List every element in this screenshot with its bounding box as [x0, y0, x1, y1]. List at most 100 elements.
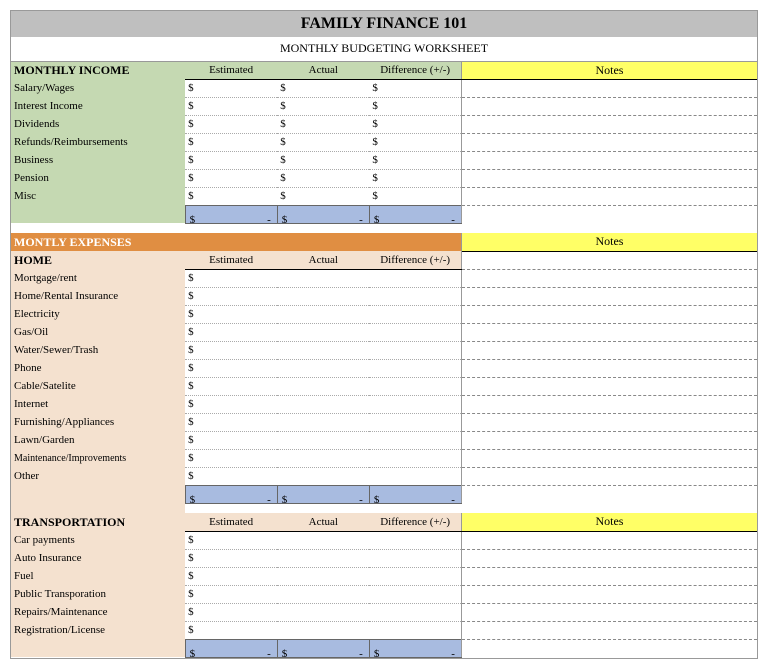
cell-actual[interactable]: [277, 341, 369, 359]
cell-difference[interactable]: [369, 323, 461, 341]
cell-actual[interactable]: [277, 549, 369, 567]
cell-estimated[interactable]: $: [185, 323, 277, 341]
cell-actual[interactable]: [277, 585, 369, 603]
cell-difference[interactable]: [369, 377, 461, 395]
cell-actual[interactable]: $: [277, 133, 369, 151]
cell-actual[interactable]: $: [277, 79, 369, 97]
cell-actual[interactable]: [277, 323, 369, 341]
cell-notes[interactable]: [461, 531, 757, 549]
cell-estimated[interactable]: $: [185, 431, 277, 449]
cell-difference[interactable]: [369, 531, 461, 549]
cell-actual[interactable]: [277, 567, 369, 585]
cell-notes[interactable]: [461, 341, 757, 359]
cell-difference[interactable]: [369, 549, 461, 567]
cell-actual[interactable]: [277, 621, 369, 639]
cell-difference[interactable]: $: [369, 169, 461, 187]
cell-notes[interactable]: [461, 97, 757, 115]
cell-notes[interactable]: [461, 621, 757, 639]
cell-actual[interactable]: [277, 449, 369, 467]
cell-notes[interactable]: [461, 431, 757, 449]
cell-difference[interactable]: [369, 395, 461, 413]
cell-notes[interactable]: [461, 305, 757, 323]
cell-notes[interactable]: [461, 467, 757, 485]
cell-actual[interactable]: $: [277, 115, 369, 133]
cell-estimated[interactable]: $: [185, 621, 277, 639]
cell-notes[interactable]: [461, 413, 757, 431]
cell-estimated[interactable]: $: [185, 449, 277, 467]
cell-notes[interactable]: [461, 151, 757, 169]
cell-actual[interactable]: [277, 395, 369, 413]
cell-difference[interactable]: $: [369, 187, 461, 205]
cell-estimated[interactable]: $: [185, 395, 277, 413]
cell-estimated[interactable]: $: [185, 79, 277, 97]
cell-notes[interactable]: [461, 567, 757, 585]
cell-difference[interactable]: [369, 305, 461, 323]
cell-estimated[interactable]: $: [185, 133, 277, 151]
cell-notes[interactable]: [461, 603, 757, 621]
cell-estimated[interactable]: $: [185, 585, 277, 603]
cell-difference[interactable]: [369, 287, 461, 305]
cell-estimated[interactable]: $: [185, 377, 277, 395]
cell-notes[interactable]: [461, 187, 757, 205]
cell-actual[interactable]: [277, 269, 369, 287]
cell-estimated[interactable]: $: [185, 341, 277, 359]
cell-actual[interactable]: $: [277, 151, 369, 169]
cell-difference[interactable]: [369, 567, 461, 585]
cell-estimated[interactable]: $: [185, 305, 277, 323]
cell-estimated[interactable]: $: [185, 269, 277, 287]
cell-difference[interactable]: [369, 359, 461, 377]
cell-difference[interactable]: $: [369, 151, 461, 169]
cell-difference[interactable]: [369, 449, 461, 467]
cell-actual[interactable]: [277, 377, 369, 395]
cell-difference[interactable]: [369, 467, 461, 485]
cell-difference[interactable]: [369, 431, 461, 449]
cell-notes[interactable]: [461, 287, 757, 305]
cell-difference[interactable]: [369, 413, 461, 431]
cell-difference[interactable]: [369, 603, 461, 621]
cell-difference[interactable]: [369, 621, 461, 639]
cell-difference[interactable]: [369, 585, 461, 603]
cell-difference[interactable]: [369, 269, 461, 287]
cell-notes[interactable]: [461, 549, 757, 567]
cell-actual[interactable]: [277, 531, 369, 549]
cell-notes[interactable]: [461, 395, 757, 413]
cell-estimated[interactable]: $: [185, 567, 277, 585]
cell-estimated[interactable]: $: [185, 287, 277, 305]
cell-estimated[interactable]: $: [185, 359, 277, 377]
cell-estimated[interactable]: $: [185, 413, 277, 431]
cell-notes[interactable]: [461, 169, 757, 187]
cell-actual[interactable]: [277, 431, 369, 449]
cell-estimated[interactable]: $: [185, 97, 277, 115]
cell-difference[interactable]: [369, 341, 461, 359]
cell-notes[interactable]: [461, 269, 757, 287]
cell-actual[interactable]: [277, 603, 369, 621]
cell-estimated[interactable]: $: [185, 151, 277, 169]
cell-estimated[interactable]: $: [185, 115, 277, 133]
cell-actual[interactable]: $: [277, 97, 369, 115]
cell-notes[interactable]: [461, 323, 757, 341]
cell-actual[interactable]: [277, 359, 369, 377]
cell-notes[interactable]: [461, 133, 757, 151]
cell-actual[interactable]: $: [277, 187, 369, 205]
cell-difference[interactable]: $: [369, 97, 461, 115]
cell-actual[interactable]: [277, 305, 369, 323]
cell-actual[interactable]: [277, 287, 369, 305]
cell-actual[interactable]: [277, 467, 369, 485]
cell-notes[interactable]: [461, 359, 757, 377]
cell-estimated[interactable]: $: [185, 467, 277, 485]
cell-estimated[interactable]: $: [185, 549, 277, 567]
cell-actual[interactable]: $: [277, 169, 369, 187]
cell-difference[interactable]: $: [369, 79, 461, 97]
cell-notes[interactable]: [461, 585, 757, 603]
cell-notes[interactable]: [461, 449, 757, 467]
cell-difference[interactable]: $: [369, 133, 461, 151]
cell-difference[interactable]: $: [369, 115, 461, 133]
cell-notes[interactable]: [461, 251, 757, 269]
cell-notes[interactable]: [461, 377, 757, 395]
cell-estimated[interactable]: $: [185, 603, 277, 621]
cell-actual[interactable]: [277, 413, 369, 431]
cell-estimated[interactable]: $: [185, 531, 277, 549]
cell-notes[interactable]: [461, 79, 757, 97]
cell-estimated[interactable]: $: [185, 187, 277, 205]
cell-notes[interactable]: [461, 115, 757, 133]
